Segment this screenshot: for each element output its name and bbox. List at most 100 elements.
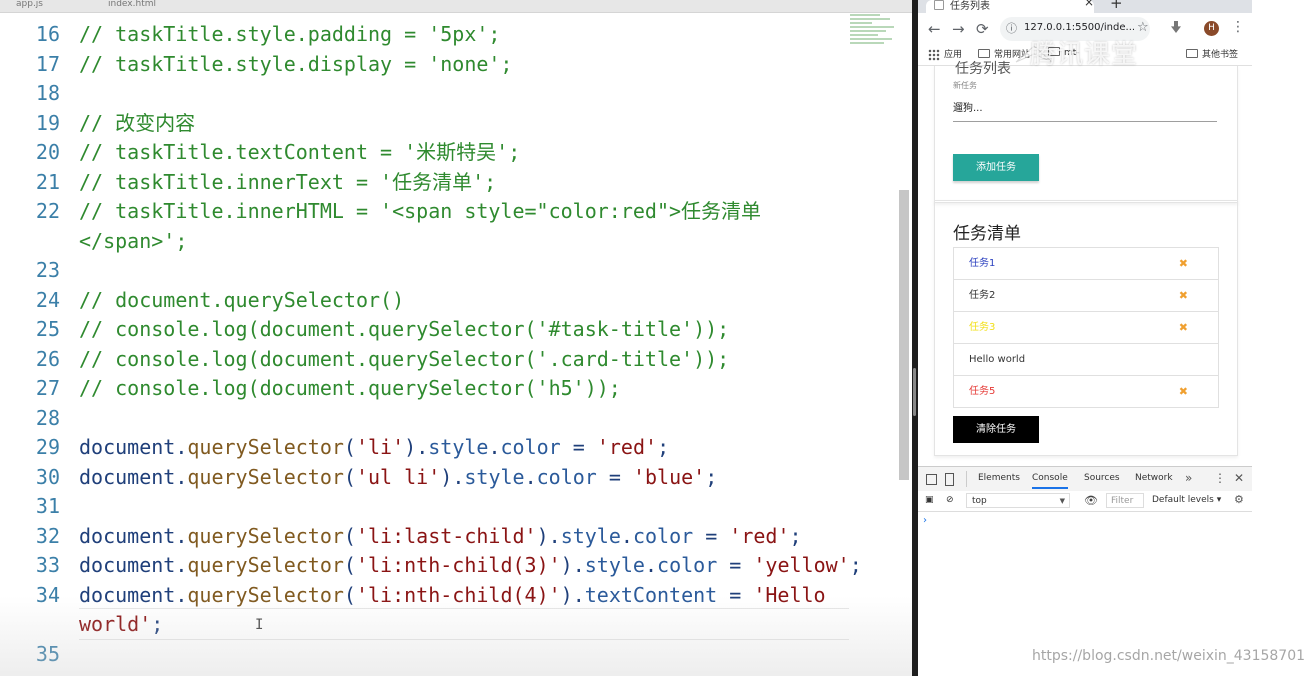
chevron-down-icon: ▼: [1059, 497, 1065, 505]
code-line[interactable]: </span>';: [79, 227, 187, 257]
code-line[interactable]: world';: [79, 610, 163, 640]
delete-task-icon[interactable]: ✖: [1179, 280, 1188, 311]
task-label: 任务2: [969, 290, 996, 301]
clear-tasks-button[interactable]: 清除任务: [953, 416, 1039, 443]
devtools-tab-bar: Elements Console Sources Network » ⋮ ✕: [918, 467, 1252, 492]
line-number: 30: [35, 464, 60, 489]
toolbar-divider: [966, 471, 967, 487]
line-number: 20: [35, 140, 60, 164]
tab-sources[interactable]: Sources: [1084, 473, 1120, 483]
divider-grip-handle[interactable]: [913, 368, 916, 416]
context-selector[interactable]: top ▼: [966, 493, 1070, 508]
line-number: 27: [35, 376, 60, 400]
delete-task-icon[interactable]: ✖: [1179, 248, 1188, 279]
line-number: 24: [35, 287, 60, 312]
task-label: 任务3: [969, 322, 996, 333]
line-number: 26: [35, 346, 60, 371]
console-filter-input[interactable]: Filter: [1106, 493, 1144, 508]
csdn-watermark: https://blog.csdn.net/weixin_43158701: [1032, 648, 1306, 664]
list-item: 任务5 ✖: [954, 376, 1218, 407]
line-number: 19: [35, 110, 60, 135]
line-number: 22: [35, 199, 60, 223]
new-tab-icon[interactable]: +: [1110, 0, 1123, 12]
code-area[interactable]: 16 // taskTitle.style.padding = '5px'; 17 /…: [0, 0, 862, 676]
list-item: Hello world: [954, 344, 1218, 376]
new-task-input[interactable]: 遛狗...: [953, 99, 1217, 122]
code-line[interactable]: // console.log(document.querySelector('h…: [79, 374, 621, 404]
apps-grid-icon[interactable]: [928, 49, 940, 61]
console-toolbar: ▣ ⊘ top ▼ 👁 Filter Default levels ▾ ⚙: [918, 491, 1252, 512]
task-label: 任务5: [969, 386, 996, 397]
browser-tab-strip: 任务列表 × +: [918, 0, 1252, 13]
line-number: 18: [35, 81, 60, 105]
code-editor[interactable]: app.js index.html 16// taskTitle.style.p…: [0, 0, 912, 676]
line-number: 32: [35, 523, 60, 548]
console-prompt[interactable]: ›: [923, 515, 927, 526]
tab-network[interactable]: Network: [1135, 473, 1173, 483]
avatar[interactable]: H: [1204, 21, 1219, 36]
text-cursor-icon: I: [255, 617, 264, 633]
code-line[interactable]: // taskTitle.style.display = 'none';: [79, 50, 512, 80]
task-label: Hello world: [969, 354, 1026, 365]
card-title: 任务列表: [955, 61, 1011, 77]
bookmark-star-icon[interactable]: ☆: [1137, 20, 1149, 35]
sidebar-toggle-icon[interactable]: ▣: [925, 495, 934, 505]
line-number: 33: [35, 553, 60, 577]
list-item: 任务3 ✖: [954, 312, 1218, 344]
folder-icon: [1186, 49, 1198, 58]
code-line[interactable]: document.querySelector('li').style.color…: [79, 433, 669, 463]
code-line[interactable]: // taskTitle.textContent = '米斯特吴';: [79, 138, 520, 168]
code-line[interactable]: document.querySelector('li:nth-child(4)'…: [79, 581, 826, 611]
delete-task-icon[interactable]: ✖: [1179, 376, 1188, 407]
browser-tab-title: 任务列表: [950, 1, 990, 12]
code-line[interactable]: // document.querySelector(): [79, 286, 404, 316]
line-number: 21: [35, 169, 60, 194]
code-line[interactable]: // taskTitle.style.padding = '5px';: [79, 20, 500, 50]
line-number: 16: [35, 22, 60, 46]
code-line[interactable]: // taskTitle.innerHTML = '<span style="c…: [79, 197, 761, 227]
site-info-icon[interactable]: ⓘ: [1006, 20, 1017, 36]
code-line[interactable]: // console.log(document.querySelector('#…: [79, 315, 729, 345]
browser-window: 任务列表 × + ← → ⟳ ⓘ 127.0.0.1:5500/inde... …: [918, 0, 1252, 676]
close-icon[interactable]: ×: [1084, 0, 1094, 9]
line-number: 23: [35, 258, 60, 282]
live-expression-eye-icon[interactable]: 👁: [1084, 494, 1098, 507]
tab-elements[interactable]: Elements: [978, 473, 1020, 483]
code-line[interactable]: // 改变内容: [79, 109, 195, 139]
bookmark-other[interactable]: 其他书签: [1186, 47, 1238, 60]
clear-console-icon[interactable]: ⊘: [946, 495, 954, 505]
task-list: 任务1 ✖ 任务2 ✖ 任务3 ✖ Hello world 任务5 ✖: [953, 247, 1219, 408]
menu-kebab-icon[interactable]: ⋮: [1231, 19, 1245, 35]
task-label: 任务1: [969, 258, 996, 269]
devtools-menu-icon[interactable]: ⋮: [1214, 471, 1226, 485]
browser-tab[interactable]: 任务列表 ×: [926, 0, 1094, 13]
close-devtools-icon[interactable]: ✕: [1234, 471, 1244, 485]
reload-icon[interactable]: ⟳: [976, 20, 989, 38]
line-number: 31: [35, 494, 60, 518]
back-icon[interactable]: ←: [928, 20, 941, 38]
list-item: 任务2 ✖: [954, 280, 1218, 312]
more-tabs-icon[interactable]: »: [1185, 471, 1192, 485]
add-task-button[interactable]: 添加任务: [953, 154, 1039, 181]
code-line[interactable]: // taskTitle.innerText = '任务清单';: [79, 168, 496, 198]
code-line[interactable]: document.querySelector('li:last-child').…: [79, 522, 802, 552]
folder-icon: [978, 49, 990, 58]
line-number: 25: [35, 317, 60, 341]
tab-console[interactable]: Console: [1032, 473, 1068, 489]
code-line[interactable]: // console.log(document.querySelector('.…: [79, 345, 729, 375]
line-number: 35: [35, 641, 60, 666]
minimap[interactable]: [848, 12, 898, 64]
log-levels-dropdown[interactable]: Default levels ▾: [1152, 495, 1221, 505]
device-toolbar-icon[interactable]: [945, 473, 954, 486]
devtools-panel: Elements Console Sources Network » ⋮ ✕ ▣…: [918, 466, 1252, 676]
code-line[interactable]: document.querySelector('li:nth-child(3)'…: [79, 551, 862, 581]
code-line[interactable]: document.querySelector('ul li').style.co…: [79, 463, 717, 493]
task-form-card: 任务列表 新任务 遛狗... 添加任务: [934, 61, 1238, 203]
list-item: 任务1 ✖: [954, 248, 1218, 280]
inspect-element-icon[interactable]: [926, 474, 937, 485]
forward-icon[interactable]: →: [952, 20, 965, 38]
delete-task-icon[interactable]: ✖: [1179, 312, 1188, 343]
gear-icon[interactable]: ⚙: [1234, 493, 1244, 506]
page-favicon-icon: [934, 0, 944, 10]
editor-scrollbar[interactable]: [899, 190, 909, 480]
